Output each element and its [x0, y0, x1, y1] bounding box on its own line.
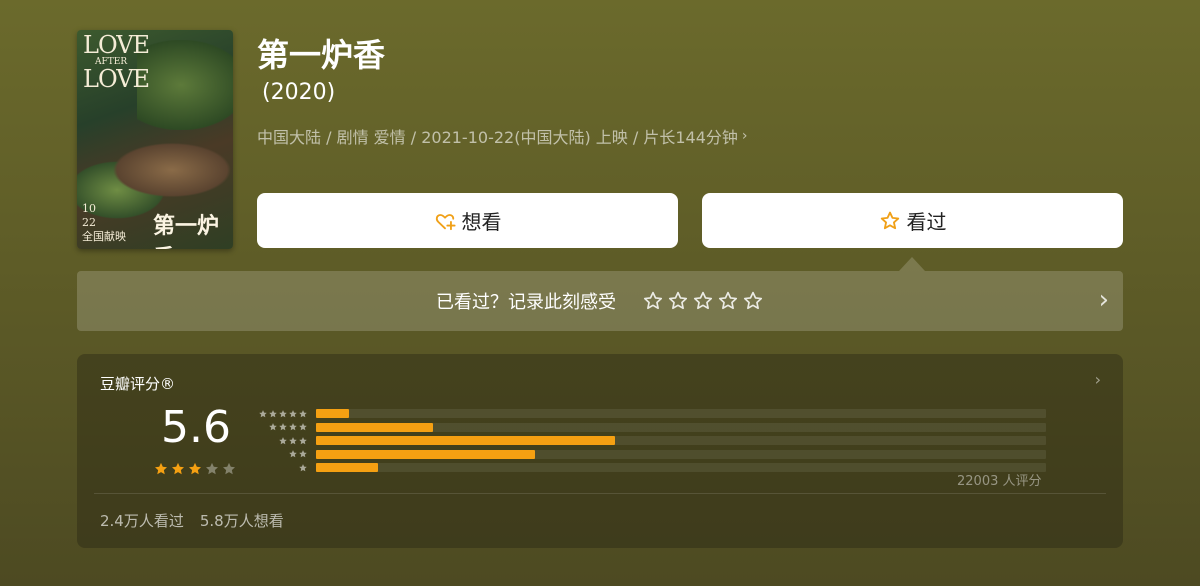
- distribution-bar: [316, 449, 535, 459]
- star-filled-icon: [189, 462, 201, 475]
- movie-meta-link[interactable]: 中国大陆 / 剧情 爱情 / 2021-10-22(中国大陆) 上映 / 片长1…: [257, 124, 747, 148]
- star-outline-icon: [880, 211, 899, 229]
- row-star-label: [252, 449, 308, 459]
- small-star-icon: [289, 450, 297, 458]
- small-star-icon: [259, 409, 267, 418]
- watched-count[interactable]: 2.4万人看过: [100, 510, 184, 531]
- small-star-icon: [299, 423, 307, 431]
- small-star-icon: [269, 409, 277, 418]
- small-star-icon: [279, 409, 287, 418]
- chevron-right-icon[interactable]: ›: [1095, 370, 1101, 389]
- distribution-track: [316, 463, 1046, 472]
- movie-meta-text: 中国大陆 / 剧情 爱情 / 2021-10-22(中国大陆) 上映 / 片长1…: [257, 128, 738, 147]
- distribution-track: [316, 449, 1046, 459]
- want-to-watch-label: 想看: [461, 210, 502, 234]
- watched-label: 看过: [906, 210, 947, 234]
- distribution-track: [316, 436, 1046, 445]
- star-outline-icon[interactable]: [692, 290, 714, 312]
- divider: [94, 493, 1106, 494]
- small-star-icon: [279, 436, 287, 445]
- row-star-label: [252, 436, 308, 446]
- small-star-icon: [269, 423, 277, 431]
- small-star-icon: [289, 409, 297, 418]
- audience-stats: 2.4万人看过 5.8万人想看: [100, 510, 284, 531]
- star-empty-icon: [223, 462, 235, 475]
- distribution-row-5-star: [252, 407, 1046, 421]
- watched-button[interactable]: 看过: [702, 193, 1123, 248]
- row-star-label: [252, 422, 308, 432]
- poster-foliage: [137, 40, 233, 130]
- rating-count: 22003 人评分: [957, 474, 1042, 489]
- small-star-icon: [299, 436, 307, 445]
- poster-date-caption: 全国献映: [82, 230, 126, 243]
- poster-title-line-3: LOVE: [83, 65, 150, 93]
- star-filled-icon: [155, 462, 167, 475]
- small-star-icon: [289, 423, 297, 431]
- douban-rating-label: 豆瓣评分®: [100, 375, 176, 393]
- rating-stars: [153, 461, 237, 477]
- wanted-count[interactable]: 5.8万人想看: [200, 510, 284, 531]
- heart-plus-icon: [435, 213, 456, 230]
- small-star-icon: [299, 463, 307, 472]
- distribution-row-2-star: [252, 448, 1046, 462]
- poster-title-line-1: LOVE: [83, 31, 150, 59]
- star-empty-icon: [206, 462, 218, 475]
- small-star-icon: [299, 450, 307, 458]
- rate-stars[interactable]: [642, 290, 764, 312]
- distribution-bar: [316, 422, 433, 432]
- poster-chinese-title: 第一炉香: [153, 213, 220, 249]
- distribution-track: [316, 409, 1046, 418]
- poster-english-title: LOVE AFTER LOVE: [83, 33, 150, 91]
- small-star-icon: [289, 436, 297, 445]
- poster-figures: [107, 140, 233, 200]
- distribution-track: [316, 422, 1046, 432]
- rating-score: 5.6: [161, 402, 231, 453]
- star-outline-icon[interactable]: [642, 290, 664, 312]
- want-to-watch-button[interactable]: 想看: [257, 193, 678, 248]
- distribution-row-1-star: [252, 461, 1046, 475]
- chevron-right-icon: ›: [741, 128, 748, 144]
- distribution-bar: [316, 409, 349, 418]
- record-prompt: 已看过？记录此刻感受: [436, 292, 616, 313]
- poster-release-date: 10 22 全国献映: [82, 202, 126, 244]
- star-outline-icon[interactable]: [717, 290, 739, 312]
- record-pointer: [899, 257, 925, 271]
- movie-year: (2020): [262, 80, 336, 105]
- distribution-row-4-star: [252, 421, 1046, 435]
- poster-date-day: 22: [82, 216, 96, 229]
- star-outline-icon[interactable]: [667, 290, 689, 312]
- distribution-bar: [316, 463, 379, 472]
- star-filled-icon: [172, 462, 184, 475]
- distribution-row-3-star: [252, 434, 1046, 448]
- small-star-icon: [279, 423, 287, 431]
- distribution-bar: [316, 436, 616, 445]
- star-outline-icon[interactable]: [742, 290, 764, 312]
- rating-distribution: [252, 407, 1046, 475]
- poster-date-month: 10: [82, 202, 96, 215]
- record-feeling-bar[interactable]: 已看过？记录此刻感受 ›: [77, 271, 1123, 331]
- small-star-icon: [299, 409, 307, 418]
- movie-poster[interactable]: LOVE AFTER LOVE 10 22 全国献映 第一炉香: [77, 30, 233, 249]
- row-star-label: [252, 409, 308, 419]
- row-star-label: [252, 463, 308, 473]
- chevron-right-icon[interactable]: ›: [1099, 285, 1109, 315]
- douban-rating-card: 豆瓣评分® › 5.6 22003 人评分 2.4万人看过 5.8万人想看: [77, 354, 1123, 548]
- movie-title: 第一炉香: [257, 36, 386, 74]
